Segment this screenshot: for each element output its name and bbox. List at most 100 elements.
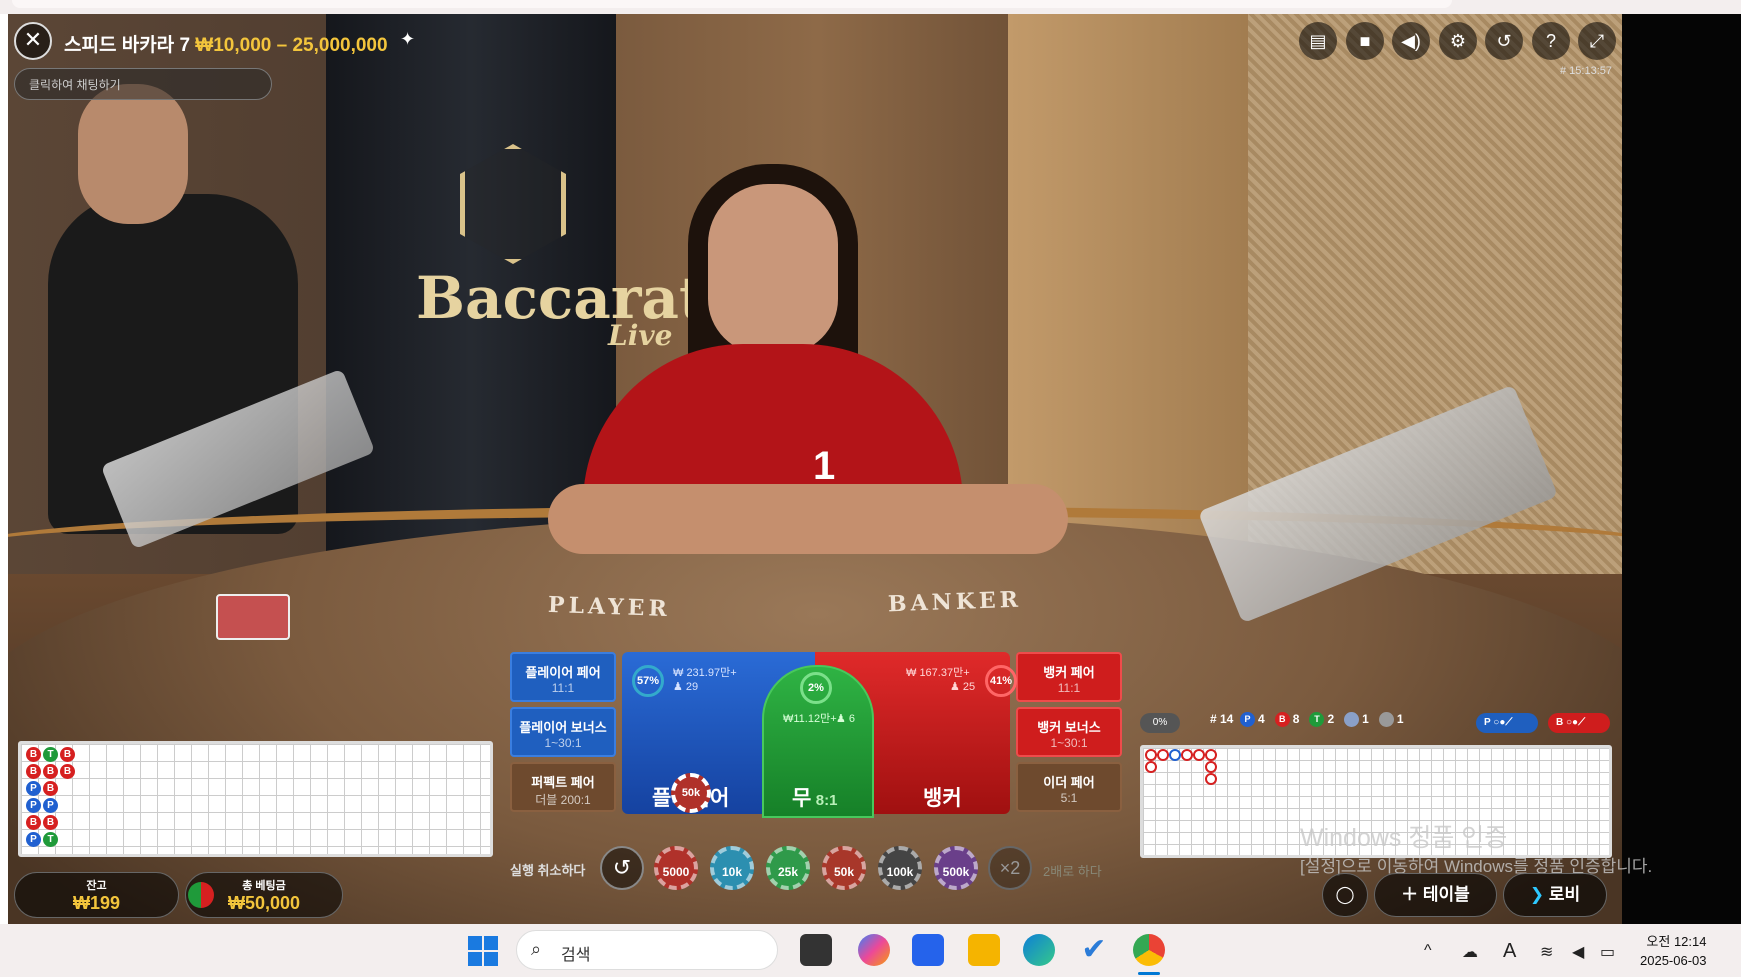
big-road-ring xyxy=(1205,749,1217,761)
chat-bubble-button[interactable]: ◯ xyxy=(1322,873,1368,917)
store-icon[interactable] xyxy=(912,934,944,966)
onedrive-icon[interactable]: ☁ xyxy=(1462,942,1478,962)
game-name: 스피드 바카라 7 xyxy=(64,35,191,56)
bead-B: B xyxy=(26,764,41,779)
battery-icon[interactable]: ▭ xyxy=(1600,942,1615,962)
chip-50k[interactable]: 50k xyxy=(822,846,866,890)
speaker-icon[interactable]: ◀ xyxy=(1572,942,1584,962)
pin-icon[interactable]: ✦ xyxy=(400,29,415,50)
perfect-pair-bet[interactable]: 퍼펙트 페어 더블 200:1 xyxy=(510,762,616,812)
big-road-ring xyxy=(1169,749,1181,761)
tie-amount: ₩11.12만+ xyxy=(783,713,837,725)
bead-T: T xyxy=(43,832,58,847)
banker-predict-button[interactable]: B ○●⟋ xyxy=(1548,713,1610,733)
chat-toggle-button[interactable]: ▤ xyxy=(1299,22,1337,60)
bead-B: B xyxy=(43,764,58,779)
round-stats: # 14 P4 B8 T2 1 1 xyxy=(1210,712,1404,728)
taskbar-clock[interactable]: 오전 12:14 2025-06-03 xyxy=(1640,932,1707,970)
add-table-button[interactable]: ＋ 테이블 xyxy=(1374,873,1497,917)
shoe-progress: 0% xyxy=(1140,713,1180,733)
tie-label: 무 xyxy=(792,787,812,810)
bead-B: B xyxy=(26,815,41,830)
banker-bonus-bet[interactable]: 뱅커 보너스 1~30:1 xyxy=(1016,707,1122,757)
bead-B: B xyxy=(43,815,58,830)
player-pair-bet[interactable]: 플레이어 페어 11:1 xyxy=(510,652,616,702)
card-stack xyxy=(216,594,290,640)
balance-label: 잔고 xyxy=(86,880,107,892)
placed-chip[interactable]: 50k xyxy=(671,773,711,813)
banker-pair-odds: 11:1 xyxy=(1057,681,1081,695)
banker-dot-icon: B xyxy=(1274,712,1290,728)
task-view-icon[interactable] xyxy=(800,934,832,966)
close-button[interactable]: ✕ xyxy=(14,22,52,60)
big-road-ring xyxy=(1145,761,1157,773)
undo-button[interactable]: ↺ xyxy=(600,846,644,890)
undo-label: 실행 취소하다 xyxy=(510,863,586,878)
video-button[interactable]: ■ xyxy=(1346,22,1384,60)
volume-icon: ◀) xyxy=(1401,31,1421,51)
player-predict-button[interactable]: P ○●⟋ xyxy=(1476,713,1538,733)
banker-bonus-odds: 1~30:1 xyxy=(1050,736,1088,750)
person-icon: ♟ xyxy=(673,681,686,693)
big-road-ring xyxy=(1205,761,1217,773)
tie-label-group: 무 8:1 xyxy=(792,782,837,812)
file-explorer-icon[interactable] xyxy=(968,934,1000,966)
help-button[interactable]: ? xyxy=(1532,22,1570,60)
double-label: 2배로 하다 xyxy=(1043,864,1102,879)
bead-road xyxy=(18,741,493,857)
windows-start-icon[interactable] xyxy=(468,936,498,966)
chip-25k[interactable]: 25k xyxy=(766,846,810,890)
fullscreen-button[interactable]: ⤢ xyxy=(1578,22,1616,60)
stream-timecode: # 15:13:57 xyxy=(1560,65,1612,77)
felt-player-label: PLAYER xyxy=(547,591,672,623)
chip-500k[interactable]: 500k xyxy=(934,846,978,890)
copilot-icon[interactable] xyxy=(858,934,890,966)
volume-button[interactable]: ◀) xyxy=(1392,22,1430,60)
tie-count-stat: 2 xyxy=(1327,712,1335,726)
banker-win-count: 8 xyxy=(1292,712,1300,726)
active-app-indicator xyxy=(1138,972,1160,975)
tie-odds: 8:1 xyxy=(815,792,838,809)
bead-B: B xyxy=(26,747,41,762)
player-amount: ₩ 231.97만+ xyxy=(673,667,737,679)
either-pair-bet[interactable]: 이더 페어 5:1 xyxy=(1016,762,1122,812)
settings-button[interactable]: ⚙ xyxy=(1439,22,1477,60)
lobby-button[interactable]: ❯ 로비 xyxy=(1503,873,1607,917)
bet-limits: ₩10,000 – 25,000,000 xyxy=(195,35,388,56)
chip-10k[interactable]: 10k xyxy=(710,846,754,890)
player-bonus-bet[interactable]: 플레이어 보너스 1~30:1 xyxy=(510,707,616,757)
dealer-face xyxy=(708,184,838,354)
perfect-pair-odds: 더블 200:1 xyxy=(535,793,591,807)
windows-activation-title: Windows 정품 인증 xyxy=(1300,824,1508,852)
bead-P: P xyxy=(26,781,41,796)
history-button[interactable]: ↺ xyxy=(1485,22,1523,60)
double-button[interactable]: ×2 xyxy=(988,846,1032,890)
baccarat-logo-sub: Live xyxy=(608,319,673,352)
player-pair-count: 1 xyxy=(1362,712,1369,726)
edge-icon[interactable] xyxy=(1023,934,1055,966)
chat-input[interactable]: 클릭하여 채팅하기 xyxy=(14,68,272,100)
video-icon: ■ xyxy=(1359,31,1371,51)
taskbar-search[interactable]: ⌕ 검색 xyxy=(516,930,778,970)
player-count: ♟ 29 xyxy=(673,681,699,693)
game-title: 스피드 바카라 7 ₩10,000 – 25,000,000 xyxy=(64,30,388,57)
chip-5000[interactable]: 5000 xyxy=(654,846,698,890)
chat-bubble-icon: ◯ xyxy=(1335,885,1355,904)
player-pair-dot-icon xyxy=(1344,712,1360,728)
banker-label: 뱅커 xyxy=(923,787,962,810)
chrome-icon[interactable] xyxy=(1133,934,1165,966)
todo-icon[interactable]: ✔ xyxy=(1078,934,1110,966)
wifi-icon[interactable]: ≋ xyxy=(1540,942,1553,962)
tray-chevron-icon[interactable]: ^ xyxy=(1424,942,1432,960)
ime-indicator[interactable]: A xyxy=(1503,940,1516,963)
chip-100k[interactable]: 100k xyxy=(878,846,922,890)
chat-icon: ▤ xyxy=(1309,31,1327,51)
black-margin xyxy=(1622,14,1741,924)
banker-count: ♟ 25 xyxy=(950,681,976,693)
fullscreen-icon: ⤢ xyxy=(1589,31,1605,51)
banker-pair-bet[interactable]: 뱅커 페어 11:1 xyxy=(1016,652,1122,702)
balance-value: ₩199 xyxy=(72,893,121,913)
lobby-icon: ❯ xyxy=(1529,885,1549,904)
gear-icon: ⚙ xyxy=(1449,31,1467,51)
round-number: # 14 xyxy=(1210,712,1234,726)
